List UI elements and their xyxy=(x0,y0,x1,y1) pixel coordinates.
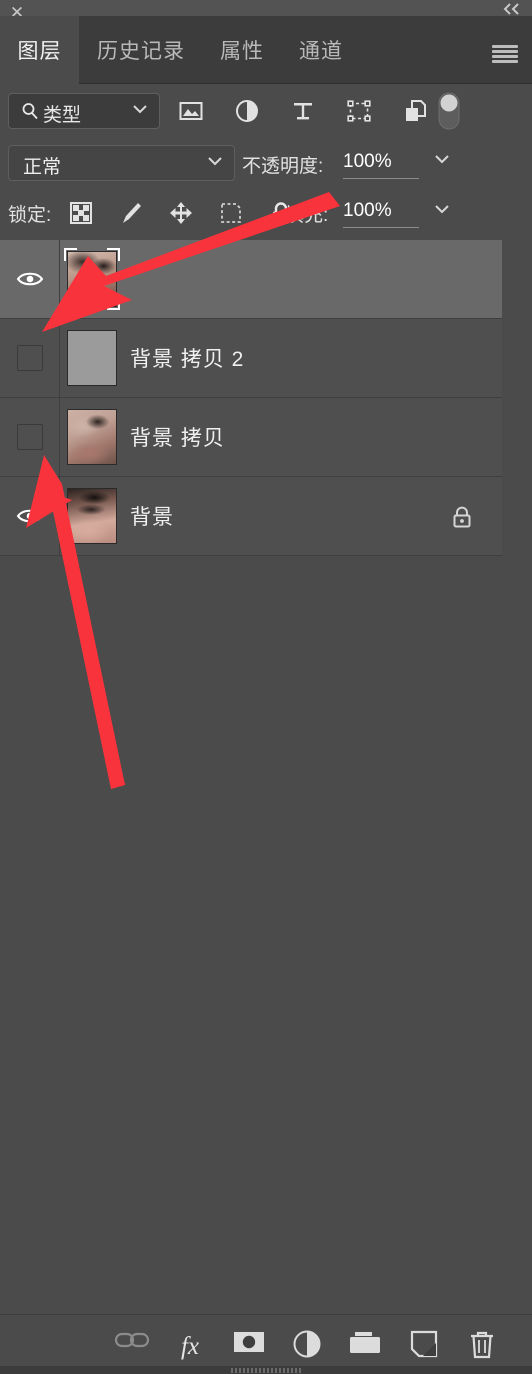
layer-visibility-toggle[interactable] xyxy=(0,240,60,318)
layer-list: 背景 拷贝 2 背景 拷贝 背景 xyxy=(0,240,532,1320)
eye-off-icon xyxy=(16,345,43,371)
eye-off-icon xyxy=(16,424,43,450)
folder-icon xyxy=(350,1332,381,1353)
chevron-down-icon xyxy=(208,157,222,166)
fill-chevron-down-icon[interactable] xyxy=(432,202,452,216)
blend-mode-row: 正常 不透明度: 100% xyxy=(0,138,532,190)
thumbnail-image xyxy=(68,331,116,385)
lock-artboard-nesting-icon[interactable] xyxy=(218,200,244,226)
tab-layers[interactable]: 图层 xyxy=(0,16,79,84)
table-row[interactable]: 背景 xyxy=(0,477,502,556)
pixel-layer-filter-icon[interactable] xyxy=(178,98,204,124)
thumbnail-selection-marker xyxy=(64,248,120,310)
smart-object-filter-icon[interactable] xyxy=(402,98,428,124)
eye-icon xyxy=(16,272,43,286)
tab-properties[interactable]: 属性 xyxy=(203,16,281,84)
adjustment-layer-button[interactable] xyxy=(287,1329,327,1371)
layer-thumbnail[interactable] xyxy=(64,406,120,468)
shape-layer-filter-icon[interactable] xyxy=(346,98,372,124)
type-layer-filter-icon[interactable] xyxy=(290,98,316,124)
layer-locked-icon xyxy=(453,506,471,528)
fx-icon: fx xyxy=(181,1333,199,1360)
filter-type-label: 类型 xyxy=(43,105,82,126)
panel-footer-strip xyxy=(0,1366,532,1374)
photoshop-layers-panel: ✕ 图层 历史记录 属性 通道 类型 正常 不透明度: 100% 锁定: 填充:… xyxy=(0,0,532,1374)
half-circle-icon xyxy=(293,1330,321,1358)
lock-position-icon[interactable] xyxy=(168,200,194,226)
trash-icon xyxy=(470,1331,493,1359)
delete-layer-button[interactable] xyxy=(462,1329,502,1365)
layer-thumbnail[interactable] xyxy=(64,327,120,389)
add-layer-mask-button[interactable] xyxy=(229,1329,269,1365)
filter-enable-toggle[interactable] xyxy=(438,92,460,130)
panel-resize-grip[interactable] xyxy=(231,1368,301,1373)
blend-mode-value: 正常 xyxy=(23,157,62,178)
lock-icon-group xyxy=(68,198,294,228)
blend-mode-select[interactable]: 正常 xyxy=(8,145,235,181)
layer-style-button[interactable]: fx xyxy=(170,1329,210,1371)
table-row[interactable] xyxy=(0,240,502,319)
layer-thumbnail[interactable] xyxy=(64,248,120,310)
layer-visibility-toggle[interactable] xyxy=(0,319,60,397)
thumbnail-image xyxy=(68,410,116,464)
new-layer-button[interactable] xyxy=(404,1329,444,1365)
panel-menu-icon[interactable] xyxy=(490,43,520,65)
eye-icon xyxy=(16,509,43,523)
table-row[interactable]: 背景 拷贝 xyxy=(0,398,502,477)
new-layer-icon xyxy=(410,1330,437,1358)
filter-type-select[interactable]: 类型 xyxy=(8,93,160,129)
fill-label: 填充: xyxy=(285,205,329,226)
layer-name[interactable]: 背景 拷贝 2 xyxy=(130,319,244,397)
filter-icon-group xyxy=(178,94,428,128)
tab-history[interactable]: 历史记录 xyxy=(79,16,203,84)
double-chevron-left-icon xyxy=(503,3,519,15)
opacity-value[interactable]: 100% xyxy=(343,151,419,179)
layers-panel-bottom-toolbar: fx xyxy=(0,1314,532,1374)
layer-name[interactable]: 背景 xyxy=(130,477,174,555)
opacity-chevron-down-icon[interactable] xyxy=(432,152,452,166)
lock-row: 锁定: 填充: 100% xyxy=(0,190,532,238)
layer-name[interactable]: 背景 拷贝 xyxy=(130,398,225,476)
layer-filter-row: 类型 xyxy=(0,84,532,138)
panel-tab-bar: 图层 历史记录 属性 通道 xyxy=(0,16,532,84)
tab-history-label: 历史记录 xyxy=(97,40,185,63)
tab-channels[interactable]: 通道 xyxy=(281,16,361,84)
svg-text:fx: fx xyxy=(181,1333,199,1360)
layer-thumbnail[interactable] xyxy=(64,485,120,547)
lock-image-pixels-icon[interactable] xyxy=(118,200,144,226)
chevron-down-icon xyxy=(133,105,147,114)
layer-visibility-toggle[interactable] xyxy=(0,398,60,476)
lock-label: 锁定: xyxy=(8,205,52,226)
layer-visibility-toggle[interactable] xyxy=(0,477,60,555)
search-icon xyxy=(22,103,38,120)
layer-mask-icon xyxy=(233,1332,264,1352)
adjustment-layer-filter-icon[interactable] xyxy=(234,98,260,124)
opacity-label: 不透明度: xyxy=(242,156,324,177)
fill-value[interactable]: 100% xyxy=(343,200,419,228)
link-layers-button[interactable] xyxy=(112,1329,152,1365)
tab-properties-label: 属性 xyxy=(220,40,264,63)
tab-layers-label: 图层 xyxy=(17,40,62,63)
link-icon xyxy=(114,1332,150,1348)
thumbnail-image xyxy=(68,489,116,543)
table-row[interactable]: 背景 拷贝 2 xyxy=(0,319,502,398)
tab-channels-label: 通道 xyxy=(299,40,343,63)
new-group-button[interactable] xyxy=(345,1329,385,1365)
lock-transparent-pixels-icon[interactable] xyxy=(68,200,94,226)
